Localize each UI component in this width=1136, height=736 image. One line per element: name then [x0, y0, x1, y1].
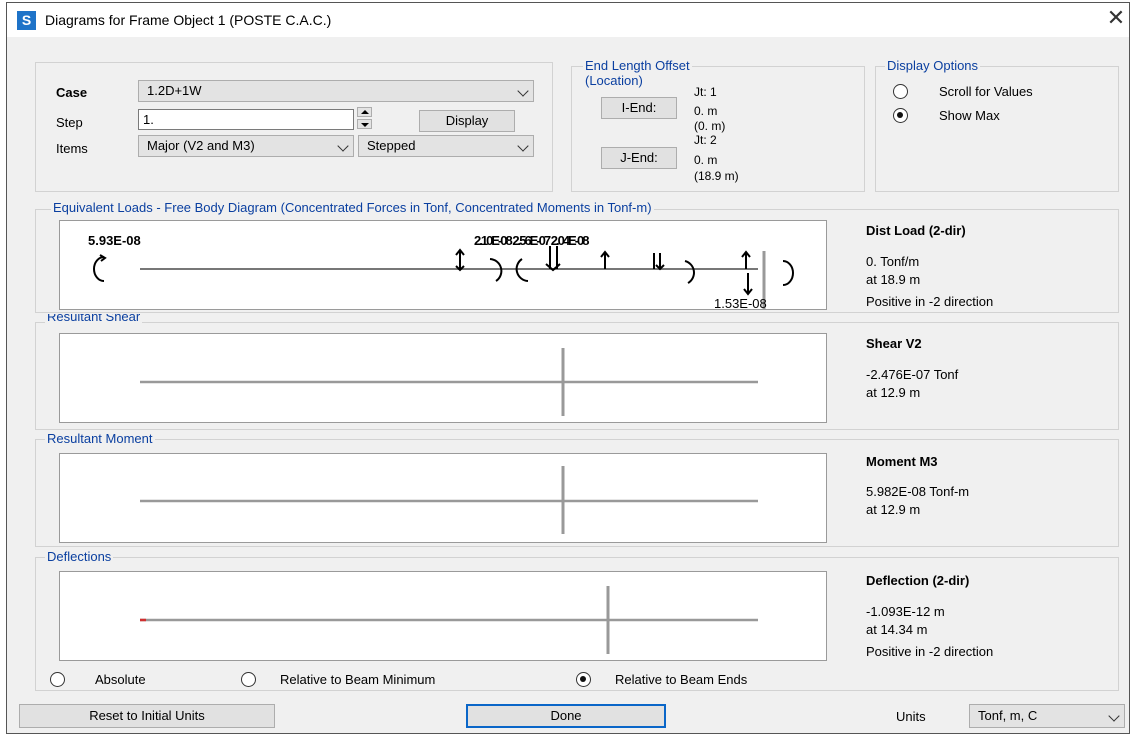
case-select-value: 1.2D+1W — [147, 83, 202, 98]
deflection-title: Deflections — [45, 549, 114, 564]
display-options-title: Display Options — [885, 58, 981, 73]
fbd-side-value: 0. Tonf/m — [866, 254, 920, 269]
shear-title: Resultant Shear — [45, 314, 143, 323]
deflection-side-note: Positive in -2 direction — [866, 644, 994, 659]
step-input[interactable]: 1. — [138, 109, 354, 130]
relative-min-label: Relative to Beam Minimum — [280, 672, 436, 687]
title-bar: S Diagrams for Frame Object 1 (POSTE C.A… — [7, 3, 1129, 37]
case-select[interactable]: 1.2D+1W — [138, 80, 534, 102]
shear-side-value: -2.476E-07 Tonf — [866, 367, 959, 382]
fbd-left-label: 5.93E-08 — [88, 233, 141, 248]
j-end-button[interactable]: J-End: — [601, 147, 677, 169]
shear-side-at: at 12.9 m — [866, 385, 921, 400]
relative-ends-radio[interactable] — [576, 672, 591, 687]
fbd-overlap-label: 2.10E-08 2.56E-07 2.04E-08 — [474, 233, 590, 248]
shear-plot — [59, 333, 827, 423]
scroll-values-label: Scroll for Values — [939, 84, 1033, 99]
i-loc: (0. m) — [694, 119, 726, 133]
reset-units-button[interactable]: Reset to Initial Units — [19, 704, 275, 728]
i-end-button[interactable]: I-End: — [601, 97, 677, 119]
app-logo-icon: S — [17, 11, 36, 30]
case-label: Case — [56, 85, 88, 100]
chevron-down-icon — [517, 85, 529, 97]
step-down-button[interactable] — [357, 119, 372, 129]
fbd-plot: 5.93E-08 2.10E-08 2.56E-07 2.04E-08 1.53… — [59, 220, 827, 311]
moment-side-title: Moment M3 — [866, 454, 938, 469]
scroll-values-radio[interactable] — [893, 84, 908, 99]
chevron-down-icon — [517, 140, 529, 152]
arrow-down-icon — [361, 123, 369, 127]
items-select-value: Major (V2 and M3) — [147, 138, 255, 153]
relative-min-radio[interactable] — [241, 672, 256, 687]
chevron-down-icon — [337, 140, 349, 152]
fbd-bottom-label: 1.53E-08 — [714, 296, 767, 311]
moment-side-at: at 12.9 m — [866, 502, 921, 517]
shear-side-title: Shear V2 — [866, 336, 922, 351]
moment-title: Resultant Moment — [45, 431, 155, 446]
deflection-side-at: at 14.34 m — [866, 622, 928, 637]
moment-plot — [59, 453, 827, 543]
absolute-radio[interactable] — [50, 672, 65, 687]
arrow-up-icon — [361, 110, 369, 114]
i-len: 0. m — [694, 104, 718, 118]
fbd-side-note: Positive in -2 direction — [866, 294, 994, 309]
diagram-style-value: Stepped — [367, 138, 416, 153]
show-max-label: Show Max — [939, 108, 1000, 123]
j-loc: (18.9 m) — [694, 169, 739, 183]
show-max-radio[interactable] — [893, 108, 908, 123]
step-label: Step — [56, 115, 83, 130]
deflection-plot — [59, 571, 827, 661]
close-icon[interactable]: ✕ — [1104, 7, 1128, 31]
deflection-side-title: Deflection (2-dir) — [866, 573, 970, 588]
done-button[interactable]: Done — [466, 704, 666, 728]
fbd-title: Equivalent Loads - Free Body Diagram (Co… — [51, 200, 654, 215]
dialog-window: S Diagrams for Frame Object 1 (POSTE C.A… — [6, 2, 1130, 734]
diagram-style-select[interactable]: Stepped — [358, 135, 534, 157]
end-offset-title: End Length Offset — [583, 58, 692, 73]
step-up-button[interactable] — [357, 107, 372, 117]
deflection-side-value: -1.093E-12 m — [866, 604, 945, 619]
units-select-value: Tonf, m, C — [978, 708, 1038, 723]
deflection-diagram — [140, 586, 758, 654]
j-len: 0. m — [694, 153, 718, 167]
items-label: Items — [56, 141, 88, 156]
j-jt: Jt: 2 — [694, 133, 717, 147]
window-title: Diagrams for Frame Object 1 (POSTE C.A.C… — [45, 12, 332, 28]
i-jt: Jt: 1 — [694, 85, 717, 99]
moment-side-value: 5.982E-08 Tonf-m — [866, 484, 970, 499]
shear-diagram — [140, 348, 758, 416]
fbd-side-at: at 18.9 m — [866, 272, 921, 287]
display-button[interactable]: Display — [419, 110, 515, 132]
end-offset-subtitle: (Location) — [583, 73, 645, 88]
fbd-side-title: Dist Load (2-dir) — [866, 223, 966, 238]
absolute-label: Absolute — [95, 672, 146, 687]
moment-diagram — [140, 466, 758, 534]
chevron-down-icon — [1108, 710, 1120, 722]
items-select[interactable]: Major (V2 and M3) — [138, 135, 354, 157]
relative-ends-label: Relative to Beam Ends — [615, 672, 748, 687]
units-label: Units — [896, 709, 926, 724]
units-select[interactable]: Tonf, m, C — [969, 704, 1125, 728]
